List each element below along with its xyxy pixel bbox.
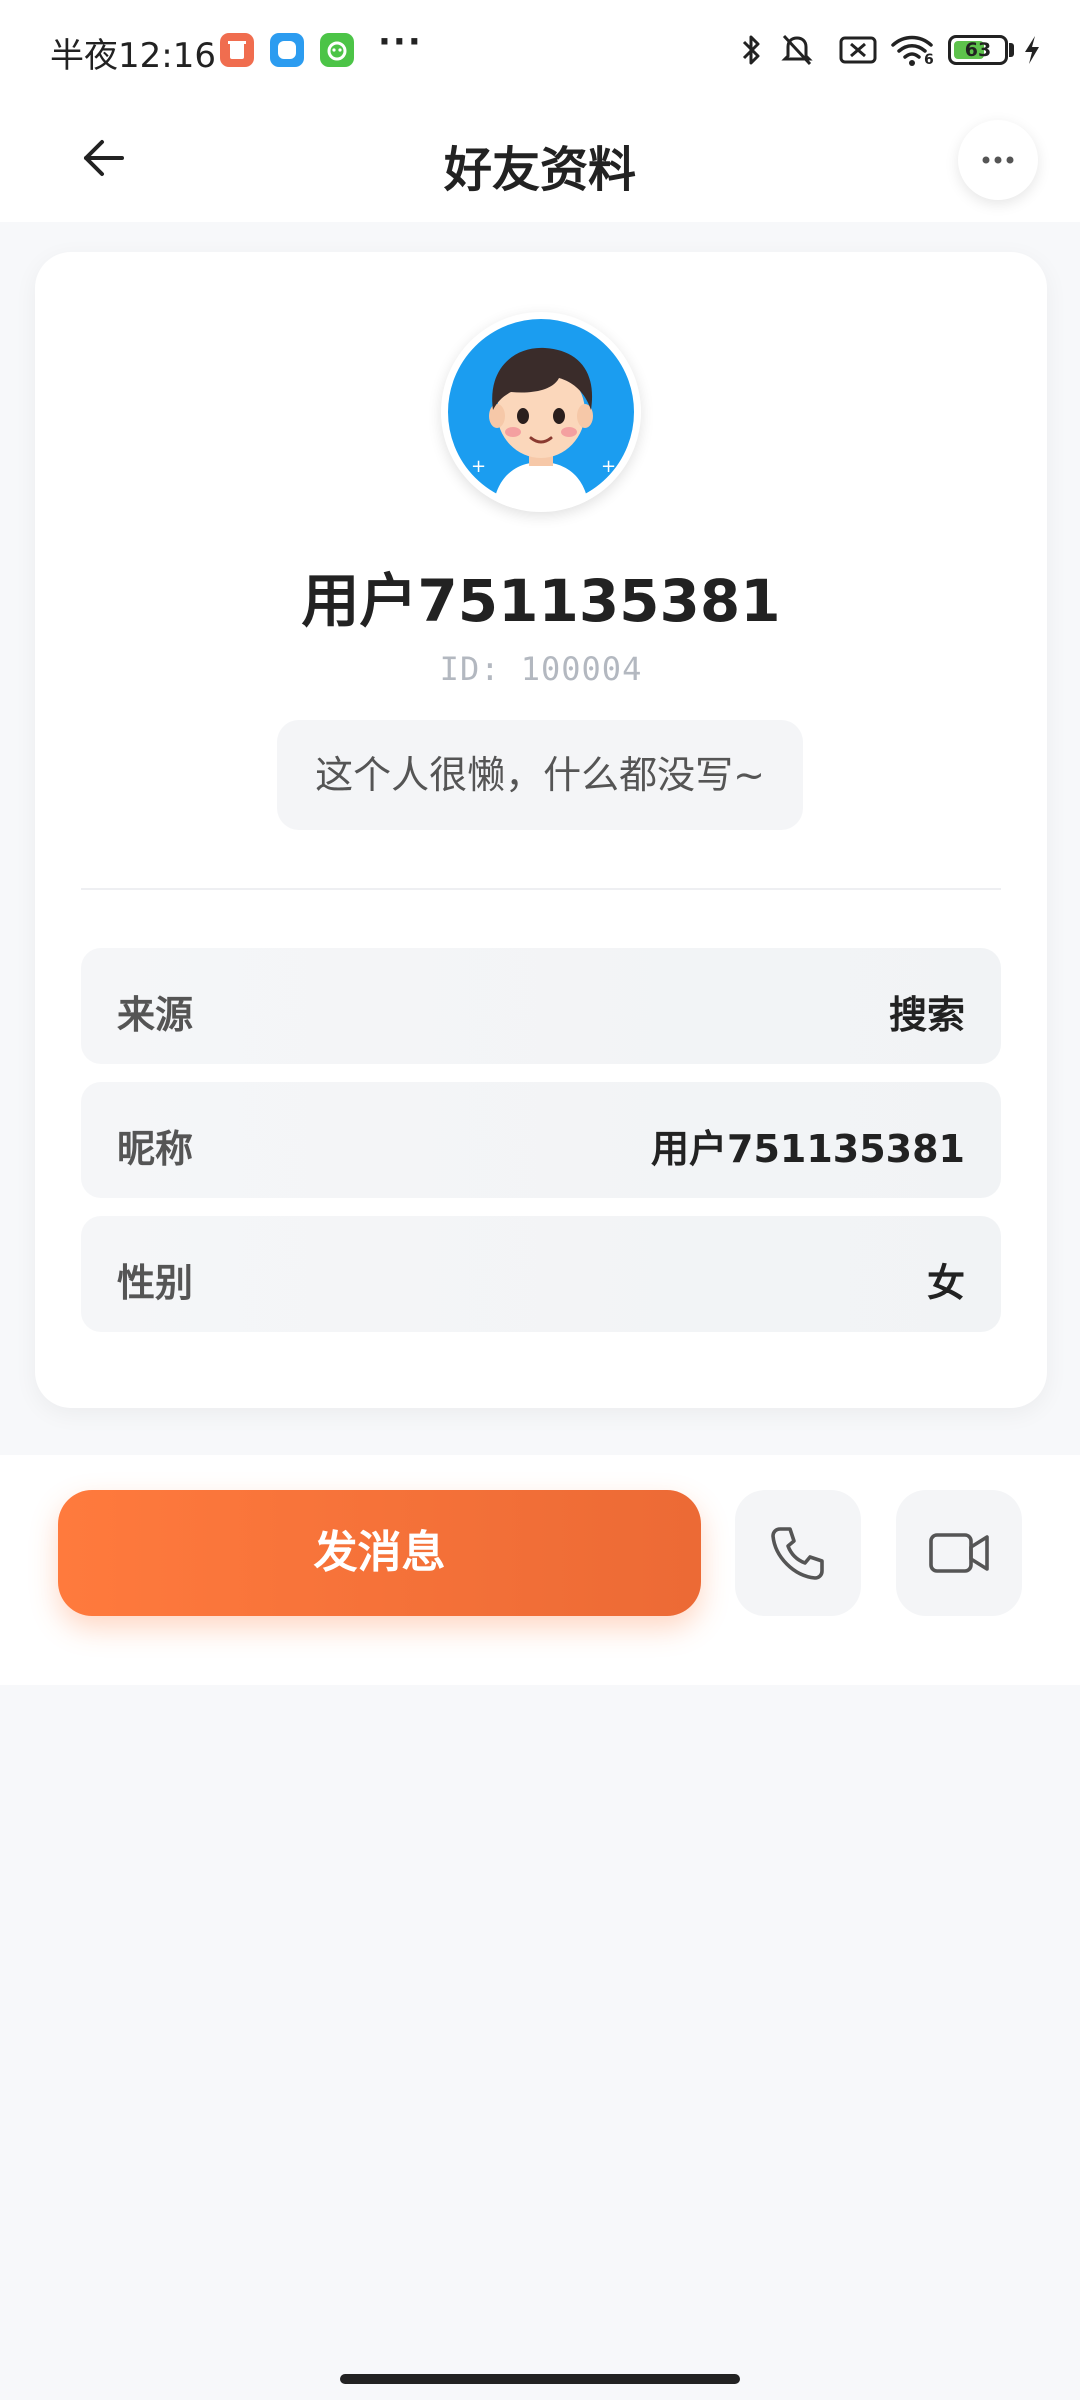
- wifi-badge: 6: [924, 52, 934, 68]
- app-notification-icon-red: [220, 33, 254, 67]
- phone-icon: [771, 1527, 824, 1580]
- svg-text:+: +: [601, 456, 616, 477]
- avatar[interactable]: + +: [441, 312, 641, 512]
- profile-id: ID: 100004: [439, 650, 643, 688]
- info-value: 搜索: [888, 993, 965, 1037]
- more-notifications-icon: ···: [378, 22, 423, 62]
- battery-level-text: 63: [964, 39, 992, 61]
- info-value: 女: [926, 1261, 965, 1305]
- top-app-bar: 好友资料: [0, 100, 1080, 222]
- info-row-source: 来源 搜索: [81, 948, 1001, 1064]
- profile-bio: 这个人很懒，什么都没写~: [277, 720, 803, 830]
- send-message-button[interactable]: 发消息: [58, 1490, 701, 1616]
- profile-name: 用户751135381: [301, 567, 781, 635]
- more-horizontal-icon: [982, 156, 1014, 164]
- avatar-image: + +: [442, 313, 640, 511]
- info-row-gender: 性别 女: [81, 1216, 1001, 1332]
- no-sim-icon: [839, 36, 877, 64]
- status-time: 半夜12:16: [50, 36, 216, 76]
- video-call-button[interactable]: [896, 1490, 1022, 1616]
- battery-icon: 63: [948, 35, 1008, 65]
- info-label: 昵称: [117, 1127, 194, 1171]
- more-options-button[interactable]: [958, 120, 1038, 200]
- video-icon: [929, 1533, 989, 1573]
- svg-text:+: +: [471, 456, 486, 477]
- voice-call-button[interactable]: [735, 1490, 861, 1616]
- action-bar: 发消息: [0, 1455, 1080, 1685]
- app-notification-icon-blue: [270, 33, 304, 67]
- divider: [81, 888, 1001, 890]
- app-notification-icon-green: [320, 33, 354, 67]
- bluetooth-icon: [742, 35, 760, 65]
- battery-tip: [1009, 43, 1014, 57]
- home-indicator[interactable]: [340, 2374, 740, 2384]
- info-label: 来源: [117, 993, 194, 1037]
- profile-card: + + 用户751135381 ID: 100004 这个人很懒，什么都没写~ …: [35, 252, 1047, 1408]
- info-value: 用户751135381: [651, 1127, 965, 1171]
- info-row-nickname: 昵称 用户751135381: [81, 1082, 1001, 1198]
- page-title: 好友资料: [443, 142, 636, 198]
- mute-bell-icon: [781, 34, 813, 66]
- info-label: 性别: [117, 1261, 194, 1305]
- charging-bolt-icon: [1025, 36, 1039, 64]
- status-bar: 半夜12:16 ··· 6 63: [0, 0, 1080, 100]
